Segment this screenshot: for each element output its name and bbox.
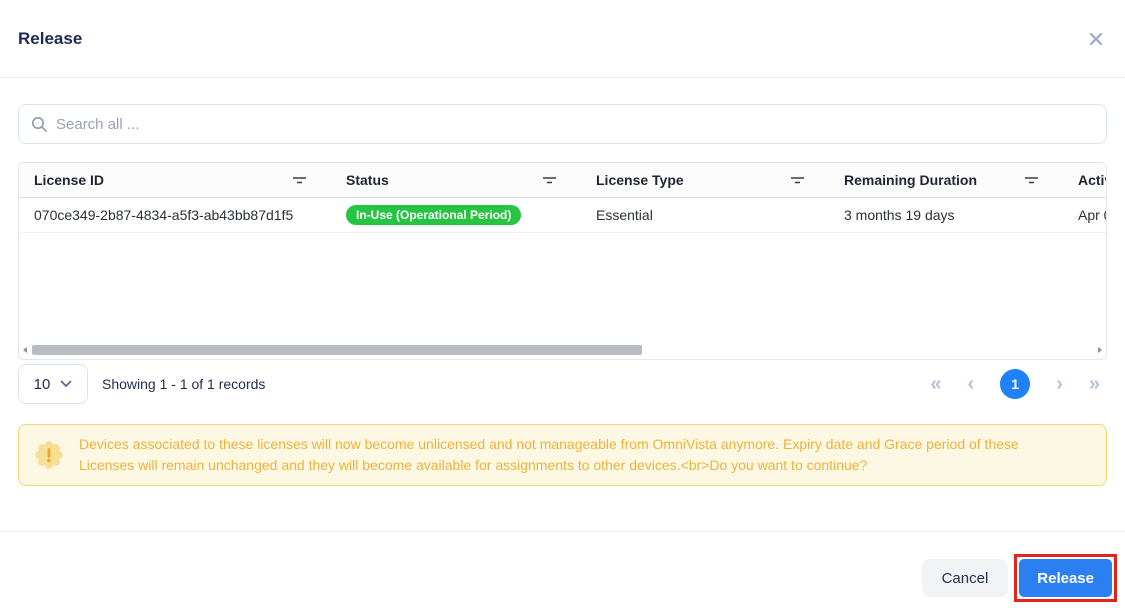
dialog-header: Release	[0, 0, 1125, 78]
license-table: License ID Status License Type	[18, 162, 1107, 360]
cell-activation: Apr 0	[1063, 207, 1107, 223]
cell-license-type: Essential	[581, 207, 829, 223]
search-input[interactable]	[56, 116, 1094, 133]
search-bar	[18, 104, 1107, 144]
column-header-license-id: License ID	[19, 172, 331, 188]
filter-icon[interactable]	[292, 172, 307, 188]
filter-icon[interactable]	[542, 172, 557, 188]
pagination-bar: 10 Showing 1 - 1 of 1 records « ‹ 1 › »	[18, 362, 1100, 406]
column-header-remaining-duration: Remaining Duration	[829, 172, 1063, 188]
close-icon[interactable]	[1089, 32, 1103, 46]
column-header-status: Status	[331, 172, 581, 188]
cell-remaining-duration: 3 months 19 days	[829, 207, 1063, 223]
annotation-highlight-box: Release	[1014, 554, 1117, 602]
status-badge: In-Use (Operational Period)	[346, 205, 521, 225]
cancel-button[interactable]: Cancel	[922, 559, 1009, 597]
scroll-left-arrow[interactable]	[23, 347, 27, 353]
table-header-row: License ID Status License Type	[19, 163, 1106, 198]
release-button[interactable]: Release	[1019, 559, 1112, 597]
scrollbar-thumb[interactable]	[32, 345, 642, 355]
dialog-footer: Cancel Release	[0, 532, 1125, 602]
scroll-right-arrow[interactable]	[1098, 347, 1102, 353]
filter-icon[interactable]	[1024, 172, 1039, 188]
current-page-button[interactable]: 1	[1000, 369, 1030, 399]
column-header-activation: Activa	[1063, 172, 1107, 188]
table-row[interactable]: 070ce349-2b87-4834-a5f3-ab43bb87d1f5 In-…	[19, 198, 1106, 233]
column-header-license-type: License Type	[581, 172, 829, 188]
page-size-select[interactable]: 10	[18, 364, 88, 404]
last-page-button[interactable]: »	[1089, 374, 1100, 394]
records-summary: Showing 1 - 1 of 1 records	[102, 376, 265, 392]
warning-icon	[35, 441, 63, 469]
horizontal-scrollbar[interactable]	[22, 344, 1103, 356]
filter-icon[interactable]	[790, 172, 805, 188]
warning-banner: Devices associated to these licenses wil…	[18, 424, 1107, 486]
first-page-button[interactable]: «	[930, 374, 941, 394]
next-page-button[interactable]: ›	[1056, 374, 1063, 394]
cell-license-id: 070ce349-2b87-4834-a5f3-ab43bb87d1f5	[19, 207, 331, 223]
cell-status: In-Use (Operational Period)	[331, 205, 581, 225]
prev-page-button[interactable]: ‹	[968, 374, 975, 394]
warning-text: Devices associated to these licenses wil…	[79, 434, 1066, 476]
chevron-down-icon	[60, 380, 72, 388]
page-title: Release	[18, 29, 82, 49]
search-icon	[31, 116, 48, 133]
